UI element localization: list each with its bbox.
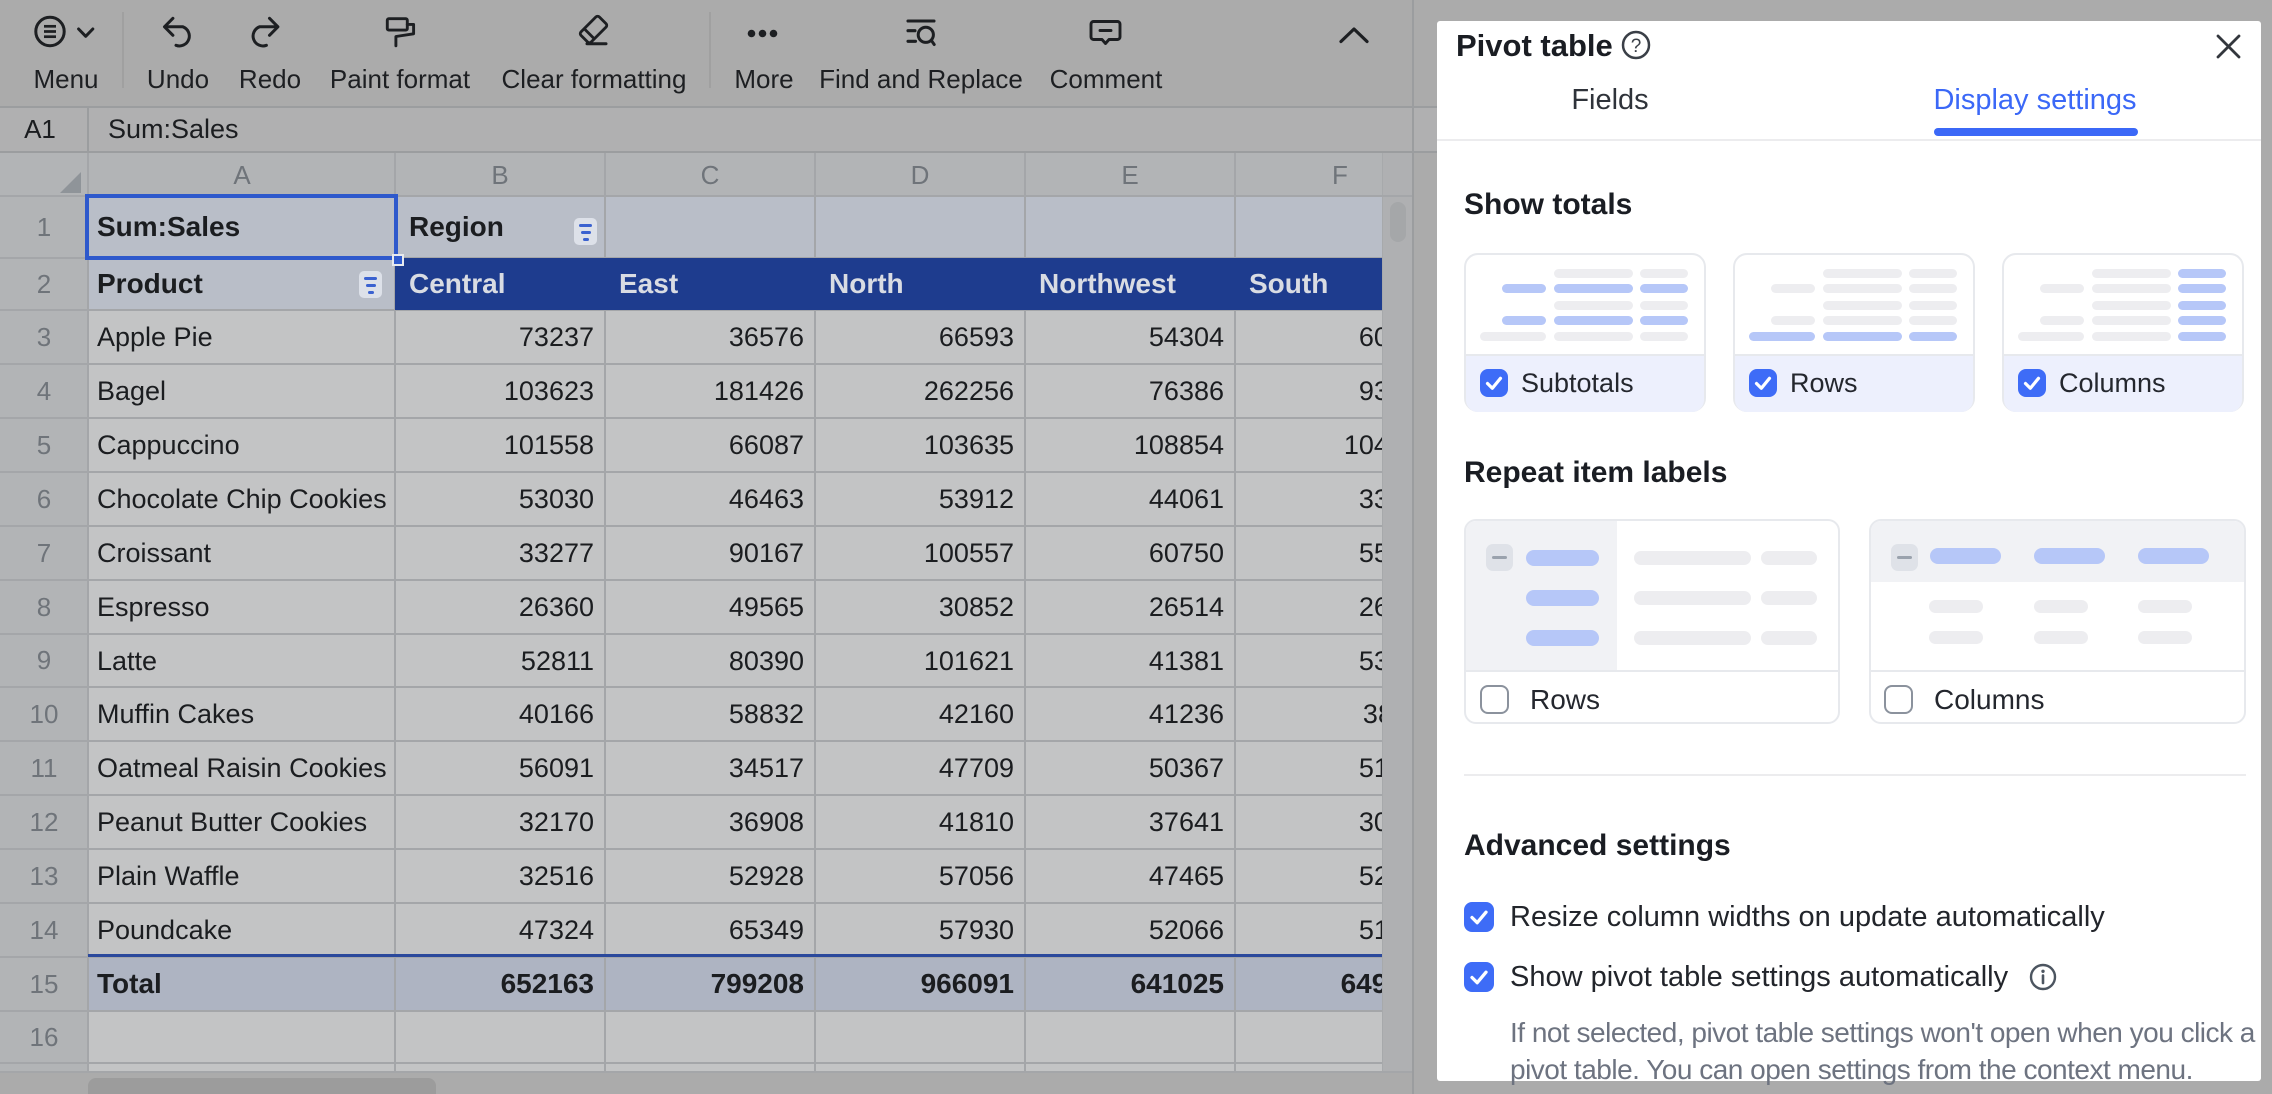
svg-text:?: ? bbox=[1631, 36, 1642, 57]
